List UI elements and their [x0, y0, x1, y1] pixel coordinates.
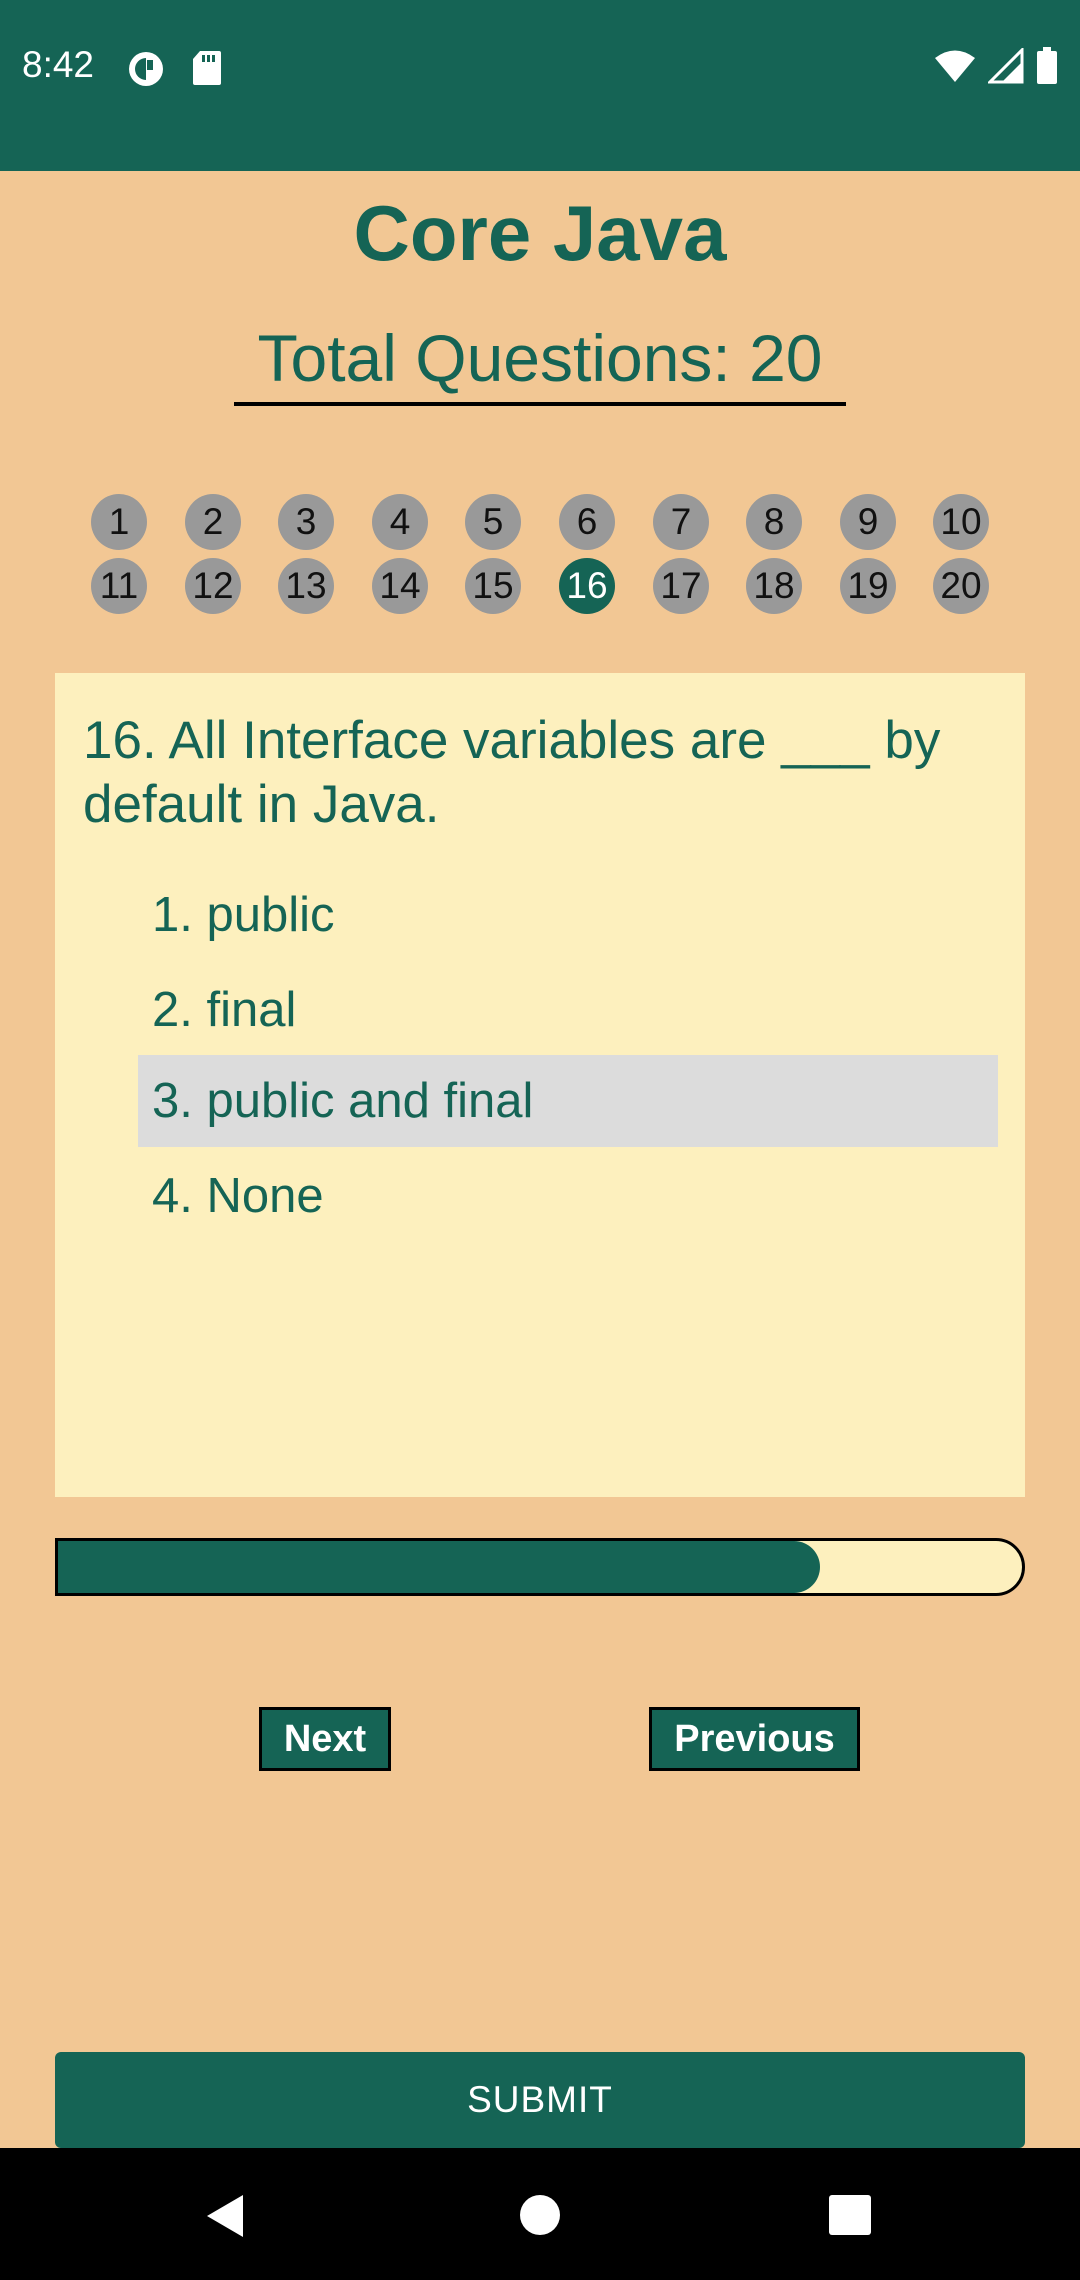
question-card: 16. All Interface variables are ___ by d…: [55, 673, 1025, 1497]
wifi-icon: [934, 49, 976, 88]
signal-icon: [986, 45, 1024, 89]
data-saver-icon: [127, 50, 165, 88]
question-number-1[interactable]: 1: [91, 494, 147, 550]
status-icons: [934, 45, 1058, 90]
question-number-17[interactable]: 17: [653, 558, 709, 614]
question-number-18[interactable]: 18: [746, 558, 802, 614]
sd-card-icon: [192, 50, 230, 88]
question-number-5[interactable]: 5: [465, 494, 521, 550]
question-number-2[interactable]: 2: [185, 494, 241, 550]
progress-fill: [58, 1541, 820, 1593]
question-number-3[interactable]: 3: [278, 494, 334, 550]
battery-icon: [1036, 46, 1058, 90]
question-number-8[interactable]: 8: [746, 494, 802, 550]
question-number-19[interactable]: 19: [840, 558, 896, 614]
total-questions-label: Total Questions: 20: [234, 318, 846, 406]
question-number-9[interactable]: 9: [840, 494, 896, 550]
question-number-20[interactable]: 20: [933, 558, 989, 614]
option-3[interactable]: 3. public and final: [138, 1055, 998, 1147]
question-text: 16. All Interface variables are ___ by d…: [83, 711, 941, 834]
home-icon[interactable]: [519, 2194, 561, 2241]
question-number-4[interactable]: 4: [372, 494, 428, 550]
question-number-6[interactable]: 6: [559, 494, 615, 550]
submit-button[interactable]: SUBMIT: [55, 2052, 1025, 2148]
question-number-16[interactable]: 16: [559, 558, 615, 614]
status-time: 8:42: [22, 44, 95, 85]
question-number-12[interactable]: 12: [185, 558, 241, 614]
question-number-15[interactable]: 15: [465, 558, 521, 614]
question-number-7[interactable]: 7: [653, 494, 709, 550]
question-number-10[interactable]: 10: [933, 494, 989, 550]
question-number-14[interactable]: 14: [372, 558, 428, 614]
option-1[interactable]: 1. public: [138, 869, 998, 961]
system-navigation-bar: [0, 2148, 1080, 2280]
question-number-13[interactable]: 13: [278, 558, 334, 614]
question-number-11[interactable]: 11: [91, 558, 147, 614]
page-title: Core Java: [353, 189, 727, 277]
next-button[interactable]: Next: [259, 1707, 391, 1771]
status-bar: 8:42: [0, 0, 1080, 171]
option-2[interactable]: 2. final: [138, 964, 998, 1056]
recents-icon[interactable]: [829, 2195, 871, 2240]
progress-bar: [55, 1538, 1025, 1596]
previous-button[interactable]: Previous: [649, 1707, 860, 1771]
back-icon[interactable]: [205, 2193, 245, 2244]
option-4[interactable]: 4. None: [138, 1150, 998, 1242]
